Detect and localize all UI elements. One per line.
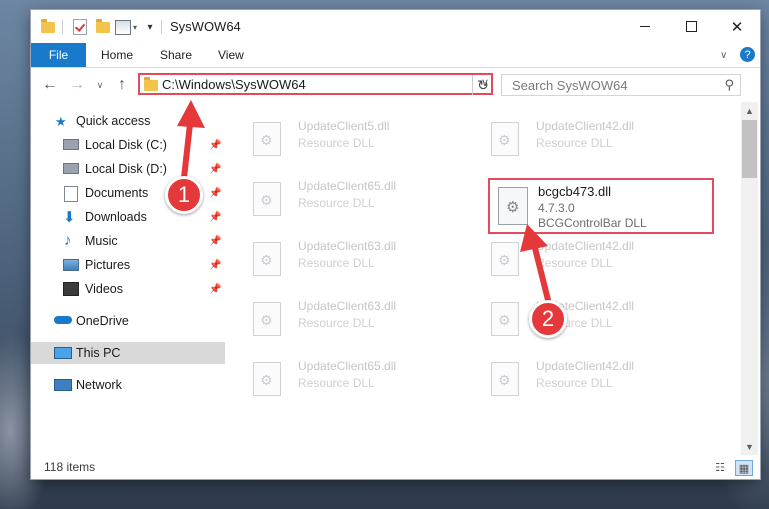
- step-2-callout: 2: [529, 300, 567, 338]
- annotation-arrow-1: [177, 100, 205, 181]
- step-1-callout: 1: [165, 176, 203, 214]
- annotation-arrow-2: [520, 224, 551, 303]
- annotation-arrows: [177, 100, 551, 303]
